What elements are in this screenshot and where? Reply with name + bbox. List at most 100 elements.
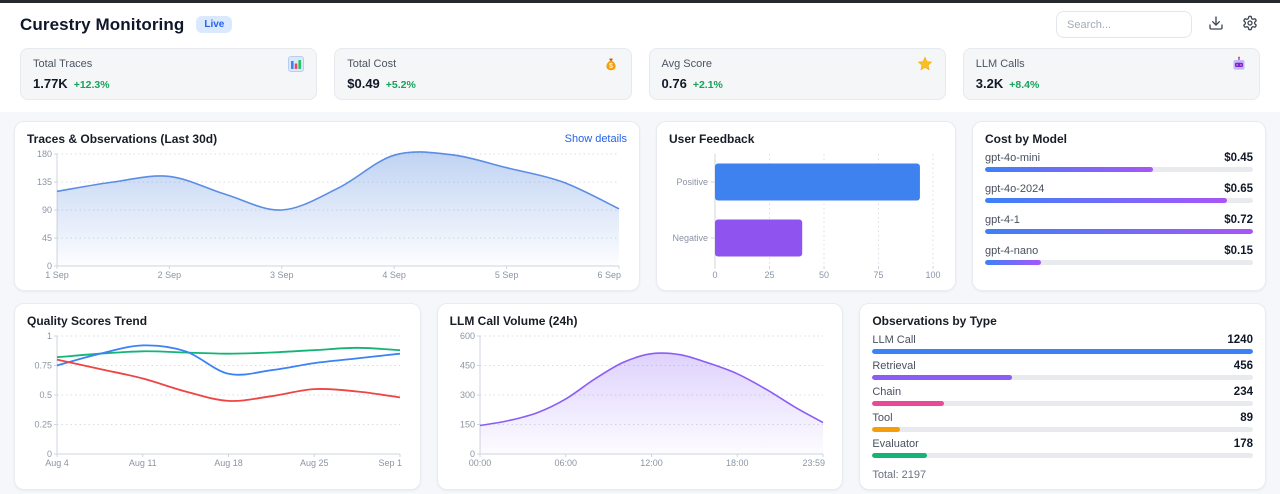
item-label: gpt-4-nano [985,245,1039,257]
svg-text:1 Sep: 1 Sep [45,270,69,280]
item-label: Evaluator [872,438,919,450]
progress-fill [872,375,1013,380]
list-item-gpt-4o-mini: gpt-4o-mini $0.45 [985,152,1253,172]
svg-text:Sep 1: Sep 1 [378,458,402,468]
svg-text:75: 75 [873,270,883,280]
panel-title: Quality Scores Trend [27,314,148,328]
progress-track [985,229,1253,234]
list-item-gpt-4-nano: gpt-4-nano $0.15 [985,245,1253,265]
panel-user-feedback: User Feedback 0 25 50 75 100 Positive Negative [656,121,956,291]
stat-value: 0.76 [661,76,687,91]
stat-label: Avg Score [661,58,713,70]
item-value: 178 [1233,438,1253,450]
svg-text:23:59: 23:59 [802,458,825,468]
svg-text:3 Sep: 3 Sep [270,270,294,280]
progress-fill [985,260,1041,265]
list-item-gpt-4o-2024: gpt-4o-2024 $0.65 [985,183,1253,203]
progress-track [872,375,1253,380]
progress-track [872,453,1253,458]
stat-delta: +12.3% [73,79,110,91]
svg-text:0.75: 0.75 [34,361,52,371]
panel-title: Traces & Observations (Last 30d) [27,132,218,146]
item-value: $0.45 [1224,152,1253,164]
bar-chart-icon [288,56,305,72]
quality-scores-chart: 0 0.25 0.5 0.75 1 Aug 4 Aug 11 Aug 18 Aug 25 Sep … [27,330,408,481]
list-item-retrieval: Retrieval 456 [872,360,1253,380]
observations-total: Total: 2197 [872,469,927,481]
item-value: 89 [1240,412,1253,424]
list-item-llm-call: LLM Call 1240 [872,334,1253,354]
svg-text:5 Sep: 5 Sep [495,270,519,280]
observations-by-type-list: LLM Call 1240 Retrieval 456 Chain 234 Tool 89 Ev… [872,334,1253,464]
progress-fill [872,427,900,432]
stat-card-llm-calls: LLM Calls 3.2K +8.4% [962,48,1260,100]
stat-label: Total Cost [347,58,397,70]
item-value: $0.15 [1224,245,1253,257]
star-icon [917,56,933,72]
stat-delta: +8.4% [1009,79,1040,91]
svg-text:Aug 11: Aug 11 [129,458,157,468]
settings-button[interactable] [1240,15,1260,35]
progress-track [985,260,1253,265]
svg-text:600: 600 [460,331,475,341]
progress-track [872,427,1253,432]
header: Curestry Monitoring Live [0,3,1280,42]
svg-text:06:00: 06:00 [554,458,577,468]
robot-icon [1231,56,1247,72]
progress-track [985,198,1253,203]
progress-track [872,349,1253,354]
panel-llm-call-volume: LLM Call Volume (24h) 0 150 300 450 600 00:00… [436,303,844,490]
panel-title: Observations by Type [872,314,997,328]
panel-traces-observations: Traces & Observations (Last 30d) Show de… [14,121,640,291]
svg-text:0.5: 0.5 [39,390,52,400]
panel-observations-by-type: Observations by Type LLM Call 1240 Retriev… [859,303,1266,490]
panel-title: Cost by Model [985,132,1068,146]
robot-icon [1233,56,1245,70]
svg-text:$: $ [609,63,613,70]
download-button[interactable] [1206,15,1226,35]
positive-bar [715,163,920,201]
panel-cost-by-model: Cost by Model gpt-4o-mini $0.45 gpt-4o-202… [972,121,1266,291]
svg-text:0.25: 0.25 [34,420,52,430]
item-label: gpt-4-1 [985,214,1020,226]
panel-title: User Feedback [669,132,755,146]
progress-fill [872,401,945,406]
svg-text:Aug 25: Aug 25 [300,458,329,468]
traces-observations-chart: 0 45 90 135 180 1 Sep 2 Sep 3 Sep 4 Sep 5 Sep 6 Se… [27,148,627,282]
show-details-link[interactable]: Show details [565,133,627,145]
page-title: Curestry Monitoring [20,14,185,34]
list-item-gpt-4-1: gpt-4-1 $0.72 [985,214,1253,234]
svg-text:00:00: 00:00 [468,458,491,468]
stat-card-total-traces: Total Traces 1.77K +12.3% [20,48,318,100]
stat-value: 1.77K [33,76,68,91]
svg-text:2 Sep: 2 Sep [158,270,182,280]
progress-fill [985,229,1253,234]
star-icon [917,56,932,71]
item-label: Retrieval [872,360,916,372]
dashboard-body: Traces & Observations (Last 30d) Show de… [0,112,1280,494]
stat-label: Total Traces [33,58,93,70]
item-value: 1240 [1227,334,1253,346]
llm-call-volume-chart: 0 150 300 450 600 00:00 06:00 12:00 18:00 23:59 [450,330,831,481]
list-item-tool: Tool 89 [872,412,1253,432]
item-value: 234 [1233,386,1253,398]
item-label: gpt-4o-2024 [985,183,1045,195]
stat-value: 3.2K [975,76,1004,91]
live-badge: Live [196,16,233,33]
item-label: Tool [872,412,893,424]
gear-icon [1242,15,1258,34]
search-input[interactable] [1056,11,1192,38]
progress-fill [985,198,1227,203]
bar-chart-icon [288,56,305,72]
svg-text:0: 0 [712,270,717,280]
item-value: 456 [1233,360,1253,372]
svg-text:90: 90 [42,205,52,215]
progress-track [872,401,1253,406]
svg-text:300: 300 [460,390,475,400]
item-value: $0.72 [1224,214,1253,226]
svg-text:Aug 18: Aug 18 [214,458,243,468]
svg-text:Positive: Positive [676,177,708,187]
panel-title: LLM Call Volume (24h) [449,314,578,328]
svg-text:18:00: 18:00 [726,458,749,468]
negative-bar [715,219,803,257]
